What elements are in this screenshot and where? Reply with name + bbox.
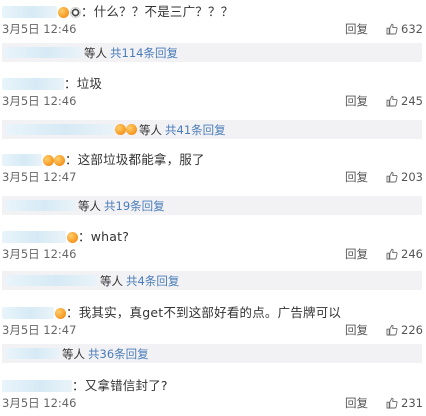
- reply-button[interactable]: 回复: [345, 322, 368, 338]
- reply-deng: 等人: [139, 122, 162, 137]
- comment-meta: 3月5日 12:47 回复 203: [2, 169, 424, 185]
- reply-thread[interactable]: 等人 共19条回复: [2, 196, 422, 215]
- reply-button[interactable]: 回复: [345, 93, 368, 109]
- comment-meta: 3月5日 12:46 回复 632: [2, 21, 424, 37]
- member-badge-icon: [43, 154, 54, 166]
- reply-thread[interactable]: 等人 共36条回复: [2, 344, 422, 363]
- comment-time: 3月5日 12:46: [2, 396, 77, 410]
- reply-count-link[interactable]: 共19条回复: [104, 198, 165, 214]
- reply-deng: 等人: [84, 45, 107, 60]
- comment-body: ：what?: [2, 229, 129, 245]
- like-count: 245: [401, 94, 423, 108]
- reply-thread[interactable]: 等人 共114条回复: [2, 43, 422, 62]
- comment-item: ：这部垃圾都能拿，服了 3月5日 12:47 回复 203: [0, 148, 426, 190]
- comment-list: ：什么？？不是三广？？？ 3月5日 12:46 回复 632 等人 共114条回…: [0, 0, 426, 415]
- reply-user-names: [6, 348, 60, 359]
- thumbs-up-icon: [386, 397, 398, 409]
- like-button[interactable]: 632: [386, 21, 423, 37]
- like-count: 246: [401, 247, 423, 261]
- reply-button[interactable]: 回复: [345, 395, 368, 411]
- like-count: 226: [401, 323, 423, 337]
- comment-text: ：什么？？不是三广？？？: [81, 4, 234, 19]
- reply-user-names: [6, 275, 98, 286]
- reply-user-names: [4, 47, 82, 58]
- comment-body: ：垃圾: [2, 76, 102, 92]
- comment-text: ：垃圾: [64, 76, 103, 91]
- reply-deng: 等人: [100, 273, 123, 288]
- member-badge-icon: [67, 231, 78, 243]
- reply-button[interactable]: 回复: [345, 246, 368, 262]
- like-button[interactable]: 231: [386, 395, 423, 411]
- user-name[interactable]: [2, 78, 64, 90]
- reply-deng: 等人: [62, 346, 85, 361]
- thumbs-up-icon: [386, 23, 398, 35]
- comment-meta: 3月5日 12:46 回复 246: [2, 246, 424, 262]
- member-badge-icon: [115, 124, 126, 135]
- comment-text: ：what?: [78, 229, 130, 244]
- reply-count-link[interactable]: 共36条回复: [88, 346, 149, 362]
- comment-time: 3月5日 12:46: [2, 247, 77, 261]
- comment-time: 3月5日 12:46: [2, 94, 77, 108]
- comment-meta: 3月5日 12:46 回复 231: [2, 395, 424, 411]
- thumbs-up-icon: [386, 95, 398, 107]
- member-badge-icon: [58, 6, 69, 18]
- user-name[interactable]: [2, 380, 72, 392]
- reply-thread[interactable]: 等人 共41条回复: [2, 120, 422, 139]
- comment-body: ：这部垃圾都能拿，服了: [2, 152, 205, 168]
- reply-user-names: [6, 200, 76, 211]
- comment-item: ：又拿错信封了? 3月5日 12:46 回复 231: [0, 374, 426, 416]
- like-button[interactable]: 245: [386, 93, 423, 109]
- comment-body: ：又拿错信封了?: [2, 378, 168, 394]
- reply-user-names: [6, 124, 114, 135]
- like-count: 231: [401, 396, 423, 410]
- user-name[interactable]: [2, 231, 66, 243]
- reply-button[interactable]: 回复: [345, 169, 368, 185]
- like-count: 203: [401, 170, 423, 184]
- comment-time: 3月5日 12:47: [2, 170, 77, 184]
- reply-deng: 等人: [78, 198, 101, 213]
- user-name[interactable]: [2, 154, 42, 166]
- member-badge-icon: [55, 307, 66, 319]
- member-badge-icon: [126, 124, 137, 135]
- reply-count-link[interactable]: 共41条回复: [165, 122, 226, 138]
- reply-button[interactable]: 回复: [345, 21, 368, 37]
- like-count: 632: [401, 22, 423, 36]
- user-name[interactable]: [2, 6, 57, 18]
- like-button[interactable]: 226: [386, 322, 423, 338]
- reply-count-link[interactable]: 共4条回复: [126, 273, 179, 289]
- comment-text: ：我其实，真get不到这部好看的点。广告牌可以: [66, 305, 342, 320]
- thumbs-up-icon: [386, 324, 398, 336]
- comment-meta: 3月5日 12:46 回复 245: [2, 93, 424, 109]
- like-button[interactable]: 203: [386, 169, 423, 185]
- member-badge-icon: [54, 154, 65, 166]
- comment-time: 3月5日 12:47: [2, 323, 77, 337]
- comment-body: ：我其实，真get不到这部好看的点。广告牌可以: [2, 305, 341, 321]
- comment-meta: 3月5日 12:47 回复 226: [2, 322, 424, 338]
- reply-thread[interactable]: 等人 共4条回复: [2, 271, 422, 290]
- comment-item: ：what? 3月5日 12:46 回复 246: [0, 225, 426, 267]
- reply-count-link[interactable]: 共114条回复: [110, 45, 178, 61]
- thumbs-up-icon: [386, 248, 398, 260]
- comment-item: ：什么？？不是三广？？？ 3月5日 12:46 回复 632: [0, 0, 426, 42]
- comment-body: ：什么？？不是三广？？？: [2, 4, 233, 20]
- like-button[interactable]: 246: [386, 246, 423, 262]
- thumbs-up-icon: [386, 171, 398, 183]
- comment-text: ：又拿错信封了?: [72, 378, 168, 393]
- comment-text: ：这部垃圾都能拿，服了: [65, 152, 205, 167]
- user-name[interactable]: [2, 307, 54, 319]
- comment-time: 3月5日 12:46: [2, 22, 77, 36]
- comment-item: ：垃圾 3月5日 12:46 回复 245: [0, 72, 426, 114]
- panda-badge-icon: [70, 6, 81, 18]
- comment-item: ：我其实，真get不到这部好看的点。广告牌可以 3月5日 12:47 回复 22…: [0, 301, 426, 343]
